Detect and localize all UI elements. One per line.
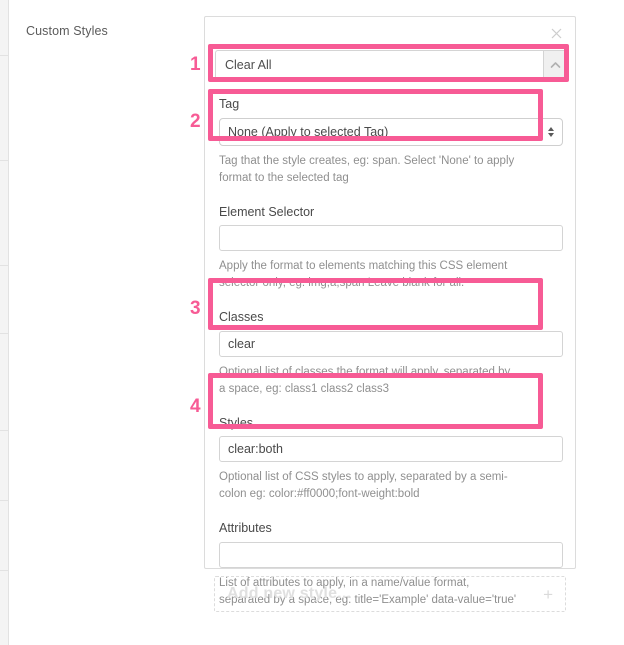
attributes-label: Attributes <box>219 521 272 535</box>
plus-icon: + <box>543 584 553 604</box>
annotation-number-2: 2 <box>190 111 201 132</box>
rail-divider <box>0 430 9 431</box>
accordion-title[interactable]: Clear All <box>215 50 543 80</box>
element-selector-label: Element Selector <box>219 204 315 219</box>
tag-select[interactable]: None (Apply to selected Tag) <box>219 117 563 146</box>
classes-input[interactable] <box>219 330 563 357</box>
classes-label: Classes <box>219 310 264 324</box>
rail-divider <box>0 265 9 266</box>
styles-input[interactable] <box>219 436 563 462</box>
annotation-number-4: 4 <box>190 396 201 417</box>
rail-divider <box>0 160 9 161</box>
left-rail <box>0 0 9 645</box>
tag-label: Tag <box>219 97 240 111</box>
custom-style-panel: Clear All Tag None (Apply to selected Ta… <box>204 16 576 606</box>
rail-divider <box>0 333 9 334</box>
attributes-input[interactable] <box>219 541 563 568</box>
element-selector-field: Element Selector Apply the format to ele… <box>205 197 577 303</box>
chevron-up-icon[interactable] <box>543 50 567 80</box>
styles-label: Styles <box>219 415 254 430</box>
tag-select-wrap: None (Apply to selected Tag) <box>219 117 563 146</box>
classes-help-text: Optional list of classes the format will… <box>219 365 511 395</box>
close-icon[interactable] <box>546 23 566 43</box>
classes-field: Classes Optional list of classes the for… <box>205 302 577 408</box>
add-new-style-label: Add new style... <box>227 585 352 602</box>
add-new-style-button[interactable]: Add new style... + <box>214 576 566 612</box>
tag-field: Tag None (Apply to selected Tag) Tag tha… <box>205 89 577 197</box>
tag-help-text: Tag that the style creates, eg: span. Se… <box>219 154 515 184</box>
section-label-custom-styles: Custom Styles <box>26 24 108 38</box>
annotation-number-1: 1 <box>190 54 201 75</box>
element-selector-input[interactable] <box>219 225 563 251</box>
panel-body: Tag None (Apply to selected Tag) Tag tha… <box>205 89 577 619</box>
styles-field: Styles Optional list of CSS styles to ap… <box>205 408 577 514</box>
screenshot-root: Custom Styles Clear All Tag None (Apply … <box>0 0 624 645</box>
styles-help-text: Optional list of CSS styles to apply, se… <box>219 471 508 500</box>
rail-divider <box>0 55 9 56</box>
element-selector-help-text: Apply the format to elements matching th… <box>219 260 508 289</box>
annotation-number-3: 3 <box>190 298 201 319</box>
rail-divider <box>0 570 9 571</box>
custom-styles-column: Clear All Tag None (Apply to selected Ta… <box>204 0 576 645</box>
rail-divider <box>0 500 9 501</box>
accordion-header[interactable]: Clear All <box>215 50 567 80</box>
